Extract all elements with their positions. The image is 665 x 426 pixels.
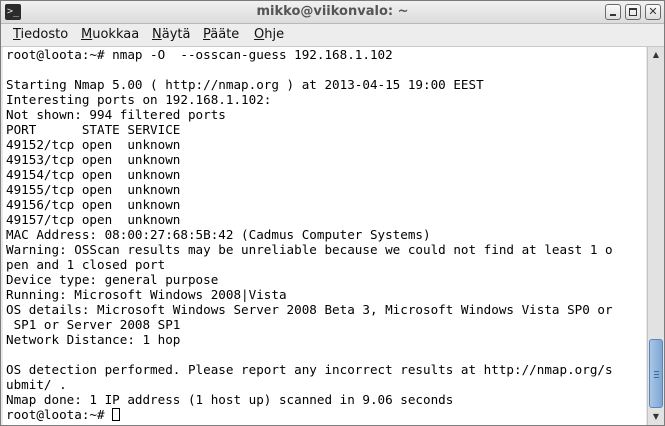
menu-nayta[interactable]: Näytä (152, 24, 190, 46)
scroll-track[interactable] (649, 64, 663, 408)
scroll-up-button[interactable]: ▲ (648, 47, 664, 63)
terminal-line: Not shown: 994 filtered ports (6, 107, 226, 122)
scroll-grip (654, 374, 659, 375)
maximize-button[interactable] (625, 4, 641, 20)
terminal-line: PORT STATE SERVICE (6, 122, 181, 137)
menu-bar: Tiedosto Muokkaa Näytä Pääte Ohje (1, 24, 664, 47)
terminal-line: pen and 1 closed port (6, 257, 166, 272)
text-cursor (112, 408, 121, 421)
terminal-line: Warning: OSScan results may be unreliabl… (6, 242, 613, 257)
terminal-line: Running: Microsoft Windows 2008|Vista (6, 287, 287, 302)
terminal-line: Nmap done: 1 IP address (1 host up) scan… (6, 392, 454, 407)
terminal-line: 49152/tcp open unknown (6, 137, 181, 152)
scroll-thumb[interactable] (649, 339, 663, 408)
terminal-line: root@loota:~# nmap -O --osscan-guess 192… (6, 47, 393, 62)
close-icon: ✕ (648, 5, 658, 18)
menu-paate[interactable]: Pääte (203, 24, 239, 46)
terminal-line: Starting Nmap 5.00 ( http://nmap.org ) a… (6, 77, 484, 92)
title-bar[interactable]: >_ mikko@viikonvalo: ~ ✕ (1, 1, 664, 24)
minimize-icon (610, 14, 616, 16)
terminal-output[interactable]: root@loota:~# nmap -O --osscan-guess 192… (3, 47, 646, 425)
menu-muokkaa[interactable]: Muokkaa (81, 24, 139, 46)
scroll-down-button[interactable]: ▼ (648, 409, 664, 425)
close-button[interactable]: ✕ (645, 4, 661, 20)
terminal-line: 49153/tcp open unknown (6, 152, 181, 167)
maximize-icon (629, 8, 637, 16)
terminal-line: Interesting ports on 192.168.1.102: (6, 92, 272, 107)
scroll-grip (654, 377, 659, 378)
terminal-line: 49155/tcp open unknown (6, 182, 181, 197)
terminal-line: ubmit/ . (6, 377, 67, 392)
window-title: mikko@viikonvalo: ~ (256, 4, 409, 19)
terminal-line: 49154/tcp open unknown (6, 167, 181, 182)
prompt-line: root@loota:~# (6, 407, 613, 422)
terminal-line: 49156/tcp open unknown (6, 197, 181, 212)
terminal-line: Device type: general purpose (6, 272, 219, 287)
terminal-window: >_ mikko@viikonvalo: ~ ✕ Tiedosto Muokka… (0, 0, 665, 426)
menu-ohje[interactable]: Ohje (254, 24, 284, 46)
scroll-grip (654, 371, 659, 372)
terminal-text: root@loota:~# nmap -O --osscan-guess 192… (6, 47, 613, 422)
menu-tiedosto[interactable]: Tiedosto (13, 24, 68, 46)
arrow-up-icon: ▲ (652, 50, 660, 59)
terminal-line: OS detection performed. Please report an… (6, 362, 613, 377)
terminal-line: 49157/tcp open unknown (6, 212, 181, 227)
shell-prompt: root@loota:~# (6, 407, 113, 422)
terminal-line: Network Distance: 1 hop (6, 332, 181, 347)
vertical-scrollbar[interactable]: ▲ ▼ (647, 47, 664, 425)
arrow-down-icon: ▼ (652, 412, 660, 421)
terminal-line: MAC Address: 08:00:27:68:5B:42 (Cadmus C… (6, 227, 431, 242)
minimize-button[interactable] (605, 4, 621, 20)
terminal-line: SP1 or Server 2008 SP1 (6, 317, 181, 332)
terminal-line: OS details: Microsoft Windows Server 200… (6, 302, 613, 317)
